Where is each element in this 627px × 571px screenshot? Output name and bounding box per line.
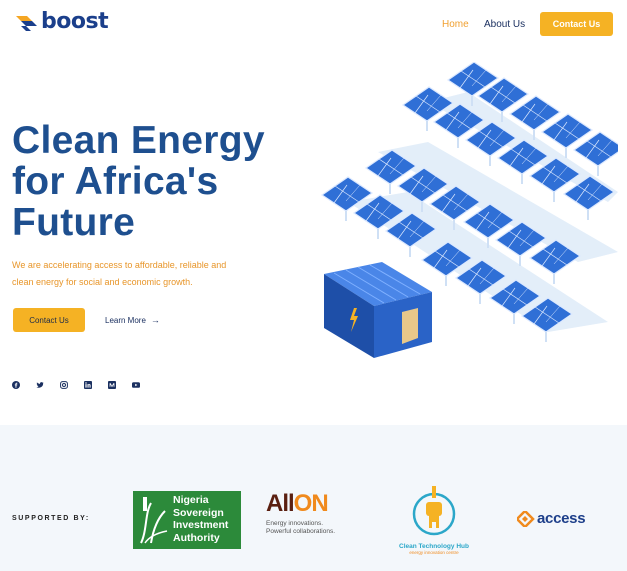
hero-contact-button[interactable]: Contact Us (13, 308, 85, 332)
clean-technology-hub-logo[interactable]: Clean Technology Hub energy innovation c… (388, 486, 480, 556)
allon-tagline-line: Powerful collaborations. (266, 528, 336, 535)
header: boost Home About Us Contact Us (0, 0, 627, 48)
twitter-icon[interactable] (36, 381, 44, 389)
nsia-logo[interactable]: Nigeria Sovereign Investment Authority (133, 491, 241, 549)
instagram-icon[interactable] (60, 381, 68, 389)
linkedin-icon[interactable] (84, 381, 92, 389)
hero-description-line: clean energy for social and economic gro… (12, 277, 193, 287)
allon-word-all: All (266, 490, 295, 517)
supported-by-label: SUPPORTED BY: (12, 515, 90, 522)
allon-word-on: ON (293, 490, 329, 517)
hero-title-line: Clean Energy (12, 119, 265, 162)
hero-description-line: We are accelerating access to affordable… (12, 260, 227, 270)
learn-more-link[interactable]: Learn More → (105, 315, 160, 325)
social-links (12, 381, 156, 389)
nav-about-us[interactable]: About Us (484, 19, 525, 30)
youtube-icon[interactable] (132, 381, 140, 389)
nsia-leaf-icon (140, 497, 168, 544)
allon-tagline: Energy innovations. Powerful collaborati… (266, 520, 366, 536)
boost-logo-icon (16, 15, 37, 31)
header-contact-button[interactable]: Contact Us (540, 12, 613, 36)
nsia-name: Nigeria Sovereign Investment Authority (173, 494, 228, 544)
facebook-icon[interactable] (12, 381, 20, 389)
hero-description: We are accelerating access to affordable… (12, 257, 252, 291)
hero-title-line: Future (12, 201, 136, 244)
cth-name: Clean Technology Hub (399, 543, 469, 550)
plug-icon (412, 486, 456, 536)
access-wordmark: access (537, 510, 586, 527)
arrow-right-icon: → (150, 315, 160, 325)
logo[interactable]: boost (14, 9, 109, 34)
brand-name: boost (41, 9, 109, 34)
nsia-name-line: Investment (173, 519, 229, 531)
access-diamond-icon (517, 510, 535, 527)
page: boost Home About Us Contact Us Clean Ene… (0, 0, 627, 571)
solar-farm-illustration (321, 62, 618, 358)
hero-title-line: for Africa's (12, 160, 219, 203)
cth-subtitle: energy innovation centre (409, 550, 459, 555)
hero-title: Clean Energy for Africa's Future (12, 120, 312, 243)
medium-icon[interactable] (108, 381, 116, 389)
allon-wordmark: AllON (266, 490, 366, 518)
nav-home[interactable]: Home (442, 19, 469, 30)
nsia-name-line: Authority (173, 531, 220, 544)
nsia-name-line: Nigeria (173, 494, 209, 506)
battery-container-icon (324, 262, 432, 358)
allon-tagline-line: Energy innovations. (266, 520, 324, 527)
access-bank-logo[interactable]: access (517, 510, 586, 527)
allon-logo[interactable]: AllON Energy innovations. Powerful colla… (266, 490, 366, 550)
learn-more-label: Learn More (105, 315, 146, 325)
nsia-name-line: Sovereign (173, 506, 224, 519)
